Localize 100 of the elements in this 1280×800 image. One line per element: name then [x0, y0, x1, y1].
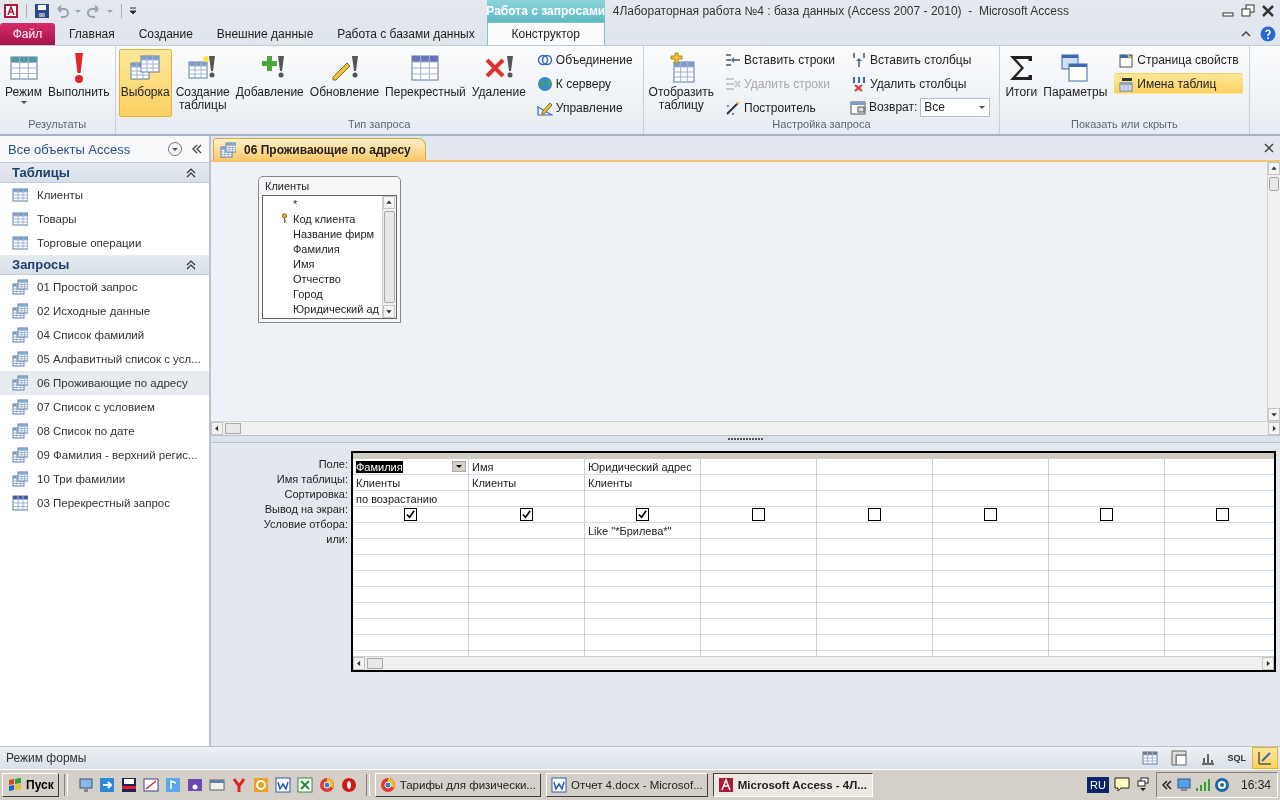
- scroll-thumb[interactable]: [384, 211, 395, 303]
- ribbon-button[interactable]: К серверу: [532, 73, 637, 94]
- ribbon-button[interactable]: Имена таблиц: [1114, 73, 1243, 94]
- checkbox[interactable]: [984, 508, 997, 521]
- ribbon-button[interactable]: Удалить столбцы: [847, 73, 994, 94]
- scrollbar[interactable]: [353, 656, 1274, 670]
- ribbon-button[interactable]: Перекрестный: [383, 49, 468, 117]
- navigation-item[interactable]: Торговые операции: [0, 231, 209, 255]
- navigation-item[interactable]: 02 Исходные данные: [0, 299, 209, 323]
- field-item[interactable]: Отчество: [281, 271, 382, 286]
- sheet-icon[interactable]: [296, 777, 313, 793]
- table-cell[interactable]: Клиенты: [353, 475, 468, 491]
- scroll-thumb[interactable]: [225, 423, 241, 434]
- ribbon-button[interactable]: Параметры: [1041, 49, 1110, 117]
- arrow-right-icon[interactable]: [1262, 657, 1274, 670]
- window-icon[interactable]: [142, 777, 159, 793]
- arrows-icon[interactable]: [98, 777, 115, 793]
- wheel-icon[interactable]: [318, 777, 335, 793]
- chevron-icon[interactable]: [185, 258, 197, 271]
- ribbon-button[interactable]: Отобразить таблицу: [646, 49, 716, 117]
- window-icon[interactable]: [208, 777, 225, 793]
- field-item[interactable]: *: [281, 196, 382, 211]
- restore-icon[interactable]: [1240, 3, 1256, 19]
- disc-icon[interactable]: [1213, 777, 1230, 793]
- field-item[interactable]: Имя: [281, 256, 382, 271]
- dropdown-icon[interactable]: [452, 461, 466, 472]
- redo-icon[interactable]: [86, 3, 102, 19]
- note-icon[interactable]: [164, 777, 181, 793]
- view-button[interactable]: [1252, 747, 1278, 769]
- caret-icon[interactable]: [106, 7, 114, 15]
- ribbon-button[interactable]: Обновление: [307, 49, 382, 117]
- ribbon-tab[interactable]: Внешние данные: [204, 23, 326, 45]
- navigation-item[interactable]: 04 Список фамилий: [0, 323, 209, 347]
- navigation-item[interactable]: 06 Проживающие по адресу: [0, 371, 209, 395]
- arrow-up-icon[interactable]: [383, 196, 395, 209]
- grip-icon[interactable]: [727, 437, 764, 441]
- scrollbar[interactable]: [211, 421, 1280, 435]
- chevron-left-icon[interactable]: [1160, 779, 1173, 791]
- navigation-item[interactable]: 03 Перекрестный запрос: [0, 491, 209, 515]
- field-item[interactable]: Название фирм: [281, 226, 382, 241]
- ribbon-button[interactable]: Выполнить: [46, 49, 112, 117]
- caret-icon[interactable]: [74, 7, 82, 15]
- ribbon-button[interactable]: Управление: [532, 97, 637, 118]
- scroll-thumb[interactable]: [1269, 177, 1279, 191]
- chevron-icon[interactable]: [185, 166, 197, 179]
- taskbar-button[interactable]: Тарифы для физически...: [374, 773, 541, 797]
- field-item[interactable]: Город: [281, 286, 382, 301]
- language-indicator[interactable]: RU: [1087, 777, 1109, 793]
- checkbox[interactable]: [1216, 508, 1229, 521]
- return-dropdown[interactable]: Все: [920, 97, 991, 117]
- table-cell[interactable]: Имя: [469, 459, 584, 475]
- monitor-icon[interactable]: [76, 777, 93, 793]
- field-item[interactable]: Код клиента: [281, 211, 382, 226]
- help-icon[interactable]: [1260, 25, 1276, 42]
- navigation-item[interactable]: Клиенты: [0, 183, 209, 207]
- scroll-thumb[interactable]: [367, 658, 383, 669]
- speech-bubble-icon[interactable]: [1113, 777, 1130, 793]
- table-cell[interactable]: Клиенты: [469, 475, 584, 491]
- taskbar-button[interactable]: Microsoft Access - 4Л...: [712, 773, 873, 797]
- checkbox[interactable]: [868, 508, 881, 521]
- scrollbar[interactable]: [1267, 162, 1280, 421]
- ribbon-tab[interactable]: Работа с базами данных: [325, 23, 487, 45]
- ribbon-button[interactable]: Страница свойств: [1114, 49, 1243, 70]
- field-item[interactable]: Юридический ад: [281, 301, 382, 316]
- table-window[interactable]: Клиенты * Код клиента Название фирм Фамилия Имя Отчество Город Юридический ад: [258, 176, 401, 323]
- ribbon-button[interactable]: Создание таблицы: [173, 49, 232, 117]
- navigation-item[interactable]: 10 Три фамилии: [0, 467, 209, 491]
- ribbon-tab[interactable]: Конструктор: [486, 21, 605, 45]
- navigation-item[interactable]: 05 Алфавитный список с усл...: [0, 347, 209, 371]
- fork-icon[interactable]: [230, 777, 247, 793]
- table-cell[interactable]: по возрастанию: [353, 491, 468, 507]
- view-button[interactable]: SQL: [1224, 748, 1249, 768]
- windows-icon[interactable]: [1134, 777, 1151, 793]
- table-cell[interactable]: Like "*Брилева*": [585, 523, 700, 539]
- save-icon[interactable]: [34, 3, 50, 19]
- navigation-item[interactable]: 07 Список с условием: [0, 395, 209, 419]
- field-item[interactable]: Фамилия: [281, 241, 382, 256]
- close-icon[interactable]: [1260, 3, 1276, 19]
- table-cell[interactable]: Клиенты: [585, 475, 700, 491]
- clock[interactable]: 16:34: [1240, 778, 1271, 792]
- ribbon-button[interactable]: Построитель: [721, 97, 839, 118]
- section-header[interactable]: Таблицы: [0, 163, 209, 183]
- file-tab[interactable]: Файл: [0, 23, 55, 45]
- navigation-item[interactable]: 08 Список по дате: [0, 419, 209, 443]
- close-icon[interactable]: [1263, 142, 1275, 154]
- ribbon-tab[interactable]: Создание: [126, 23, 205, 45]
- arrow-down-icon[interactable]: [1268, 408, 1280, 421]
- ribbon-button[interactable]: Добавление: [233, 49, 306, 117]
- ribbon-button[interactable]: Выборка: [118, 49, 172, 117]
- music-icon[interactable]: [186, 777, 203, 793]
- customize-icon[interactable]: [129, 7, 137, 15]
- checkbox[interactable]: [752, 508, 765, 521]
- arrow-down-icon[interactable]: [383, 305, 395, 318]
- section-header[interactable]: Запросы: [0, 255, 209, 275]
- table-cell[interactable]: Фамилия: [353, 459, 468, 475]
- arrow-right-icon[interactable]: [1268, 422, 1280, 435]
- start-button[interactable]: Пуск: [2, 773, 59, 797]
- document-icon[interactable]: [274, 777, 291, 793]
- scrollbar[interactable]: [382, 196, 396, 318]
- table-cell[interactable]: Юридический адрес: [585, 459, 700, 475]
